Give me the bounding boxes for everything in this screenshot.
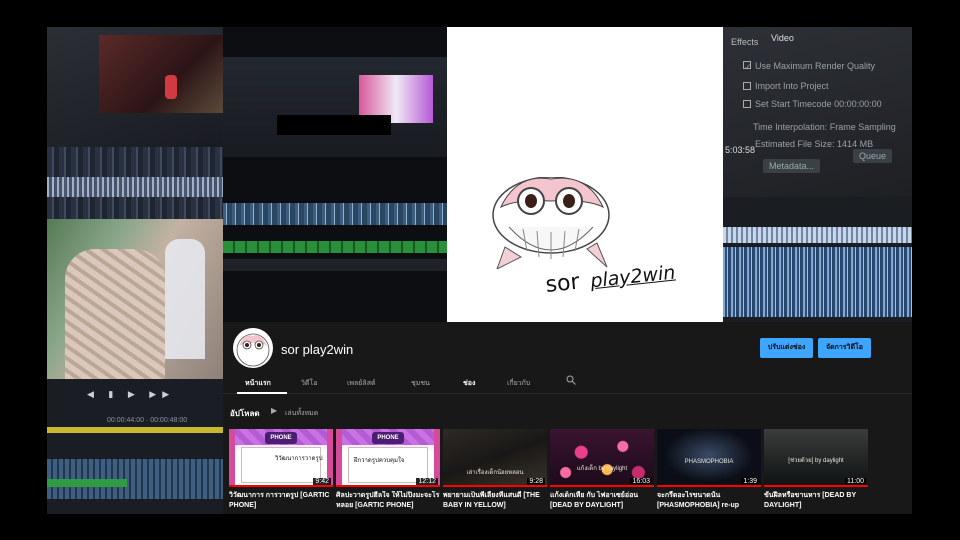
channel-tabs: หน้าแรก วิดีโอ เพลย์ลิสต์ ชุมชน ช่อง เกี… [223,372,912,394]
gartic-phone-badge: PHONE [372,432,404,444]
checkbox-icon [743,82,751,90]
photo-monitor-editing [223,27,447,322]
dialog-option-timecode: Set Start Timecode 00:00:00:00 [743,99,882,109]
search-icon[interactable] [566,375,576,385]
video-thumbnail[interactable]: PHASMOPHOBIA 1:39 [657,429,761,487]
monitor-audio-track [223,241,447,253]
playback-controls-icon: ◀ ▮ ▶ ▶▶ [87,389,176,399]
customize-channel-button[interactable]: ปรับแต่งช่อง [760,338,813,358]
manage-videos-button[interactable]: จัดการวิดีโอ [818,338,871,358]
watched-progress-bar [764,485,868,487]
video-card[interactable]: แก้งเด็ก by daylight 16:03 แก้งเด็กเหี้ย… [550,429,654,511]
preview-figure [165,75,177,99]
dialog-side-timecode: 5:03:58 [725,145,756,155]
dialog-tab-effects: Effects [731,37,759,47]
video-card[interactable]: PHONE วิวัฒนาการวาดรูป 9:42 วิวัฒนาการ ก… [229,429,333,511]
monitor-taskbar [223,259,447,271]
play-all-link[interactable]: เล่นทั้งหมด [285,408,318,419]
video-thumbnail[interactable]: เล่าเรื่องเด็กน้อยหลอน 9:28 [443,429,547,487]
thumb-caption: แก้งเด็ก by daylight [576,466,628,472]
dialog-tab-video: Video [771,33,794,43]
photo-people-outdoors [47,219,223,379]
waveform-track-top [723,227,912,243]
video-thumbnail[interactable]: PHONE ฝึกวาดรูปควบคุมใจ 12:12 [336,429,440,487]
checkbox-icon: ✓ [743,61,752,72]
person-shirt [65,249,165,379]
dialog-option-import: Import Into Project [743,81,829,91]
photo-audio-waveforms [723,197,912,322]
cat-avatar-icon [236,333,270,367]
timeline-green-clip [47,479,127,487]
dialog-option-max-quality: ✓ Use Maximum Render Quality [743,61,876,72]
watched-progress-bar [336,485,440,487]
channel-banner-logo: sor play2win [447,27,723,322]
active-tab-indicator [237,392,287,394]
video-card[interactable]: เล่าเรื่องเด็กน้อยหลอน 9:28 พยายามเป็นพี… [443,429,547,511]
thumb-caption: เล่าเรื่องเด็กน้อยหลอน [466,470,524,476]
photo-render-dialog: Effects Video ✓ Use Maximum Render Qualit… [723,27,912,197]
dialog-estimated-size: Estimated File Size: 1414 MB [755,139,874,149]
uploads-section-title[interactable]: อัปโหลด [230,407,260,420]
checkbox-icon [743,100,751,108]
photo-editor-timeline-bottom: ◀ ▮ ▶ ▶▶ 00:00:44:00 · 00:00:48:00 [47,379,223,514]
video-title[interactable]: ขั้นฝีลหรือขานหาร [DEAD BY DAYLIGHT] [764,491,868,511]
video-duration: 9:28 [527,478,545,485]
timeline-yellow-clip [47,427,223,433]
video-duration: 9:42 [313,478,331,485]
timeline-ruler: 00:00:44:00 · 00:00:48:00 [107,417,188,424]
video-duration: 11:00 [845,478,866,485]
video-title[interactable]: พยายามเป็นพี่เลี้ยงที่แสนดี [THE BABY IN… [443,491,547,511]
dialog-metadata-button: Metadata... [763,159,821,173]
watched-progress-bar [229,485,333,487]
thumb-caption: วิวัฒนาการวาดรูป [275,456,323,462]
video-thumbnail[interactable]: [ช่วยด้วย] by daylight 11:00 [764,429,868,487]
tab-home[interactable]: หน้าแรก [245,378,271,389]
thumb-border-left [229,429,235,487]
video-card[interactable]: [ช่วยด้วย] by daylight 11:00 ขั้นฝีลหรือ… [764,429,868,511]
channel-name: sor play2win [281,342,354,357]
thumb-caption: PHASMOPHOBIA [684,459,734,465]
video-title[interactable]: วิวัฒนาการ การวาดรูป [GARTIC PHONE] [229,491,333,511]
video-title[interactable]: แก้งเด็กเหี้ย กับ ไฟอาเซย์อ่อน [DEAD BY … [550,491,654,511]
channel-avatar[interactable] [233,328,273,368]
watched-progress-bar [550,485,654,487]
tab-channels[interactable]: ช่อง [463,378,475,389]
play-icon[interactable]: ▶ [271,406,277,415]
dialog-time-interpolation: Time Interpolation: Frame Sampling [753,122,896,132]
video-title[interactable]: จะกรี๊ดอะไรขนาดนั้น [PHASMOPHOBIA] re-up [657,491,761,511]
gartic-phone-badge: PHONE [265,432,297,444]
photo-editor-timeline-top [47,27,223,219]
tab-videos[interactable]: วิดีโอ [301,378,317,389]
watched-progress-bar [657,485,761,487]
video-thumbnail[interactable]: แก้งเด็ก by daylight 16:03 [550,429,654,487]
collage-frame: sor play2win Effects Video ✓ Use Maximum … [47,27,912,514]
editor-preview-video [99,35,223,113]
video-card[interactable]: PHONE ฝึกวาดรูปควบคุมใจ 12:12 ศิลปะวาดรู… [336,429,440,511]
tab-about[interactable]: เกี่ยวกับ [507,378,530,389]
video-title[interactable]: ศิลปะวาดรูปฮีลใจ ให้ไม่ปิ่งมะจะโรหลอย [G… [336,491,440,511]
video-card[interactable]: PHASMOPHOBIA 1:39 จะกรี๊ดอะไรขนาดนั้น [P… [657,429,761,511]
watched-progress-bar [443,485,547,487]
video-thumbnail[interactable]: PHONE วิวัฒนาการวาดรูป 9:42 [229,429,333,487]
video-duration: 12:12 [416,478,438,485]
person-background [165,239,205,359]
redaction-bar [277,115,391,135]
tab-community[interactable]: ชุมชน [411,378,430,389]
dialog-queue-button: Queue [853,149,893,163]
video-duration: 16:03 [630,478,652,485]
waveform-track-main [723,247,912,317]
video-duration: 1:39 [741,478,759,485]
youtube-channel-page: sor play2win ปรับแต่งช่อง จัดการวิดีโอ ห… [223,322,912,514]
thumb-caption: ฝึกวาดรูปควบคุมใจ [354,458,405,464]
editor-audio-waveform [47,177,223,197]
cat-mascot-icon [492,177,610,269]
thumb-caption: [ช่วยด้วย] by daylight [788,458,844,464]
thumb-border-left [336,429,342,487]
tab-playlists[interactable]: เพลย์ลิสต์ [347,378,376,389]
monitor-video-track [223,203,447,225]
